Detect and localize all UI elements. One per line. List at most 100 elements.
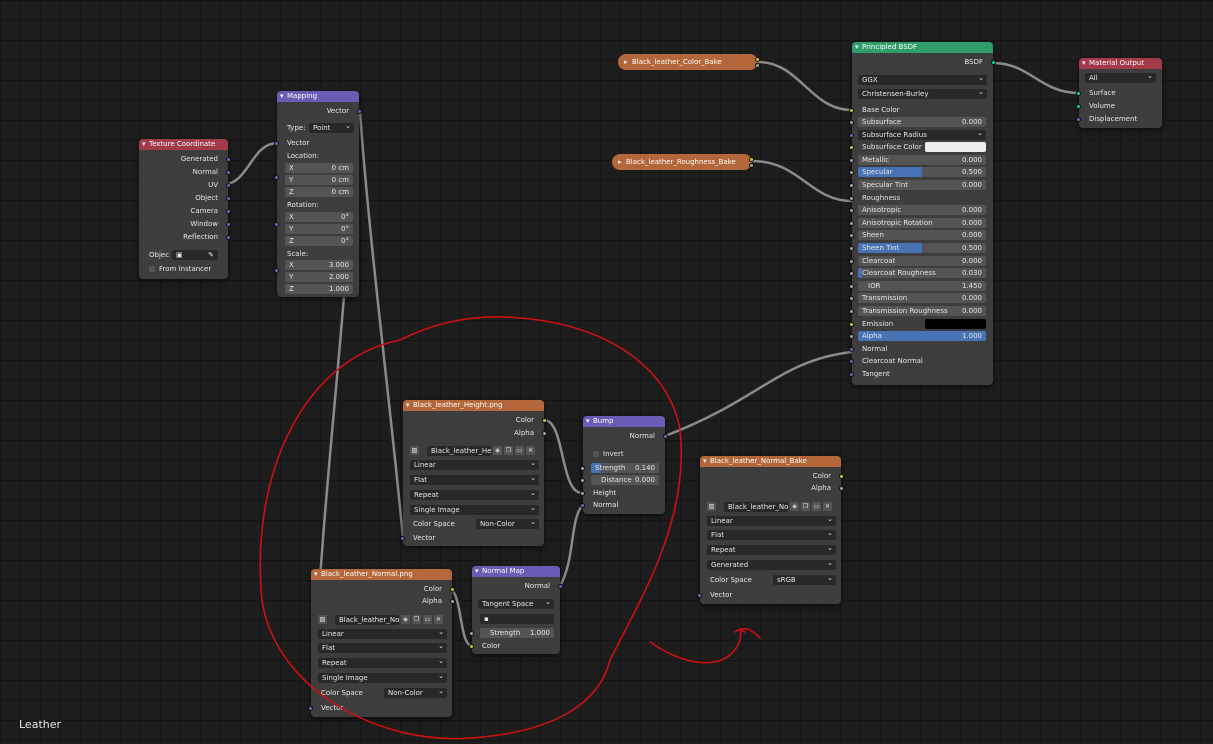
rotation-y[interactable]: Y 0° (285, 224, 353, 234)
socket[interactable] (1076, 91, 1081, 96)
socket[interactable] (274, 141, 279, 146)
socket[interactable] (849, 221, 854, 226)
source-select[interactable]: Generated (707, 558, 836, 570)
extension-select[interactable]: Repeat (318, 656, 447, 668)
socket[interactable] (849, 158, 854, 163)
socket[interactable] (580, 503, 585, 508)
normal-bake-image-texture-node[interactable]: Black_leather_Normal_Bake Color Alpha ▨ … (697, 456, 844, 604)
target-select[interactable]: All (1085, 71, 1156, 83)
image-browse-icon[interactable]: ▨ (318, 615, 327, 624)
location-socket[interactable] (274, 175, 279, 180)
socket[interactable] (849, 170, 854, 175)
image-browse-icon[interactable]: ▨ (707, 502, 716, 511)
socket[interactable] (308, 706, 313, 711)
socket[interactable] (580, 478, 585, 483)
mapping-node[interactable]: Mapping Vector Type: Point Vector Locati… (274, 91, 362, 297)
subsurface-radius-select[interactable]: Subsurface Radius (858, 128, 986, 140)
projection-select[interactable]: Flat (410, 473, 539, 485)
duplicate-icon[interactable]: ❐ (412, 615, 421, 624)
node-header[interactable]: Black_leather_Normal.png (311, 569, 452, 580)
specular-tint-field[interactable]: Specular Tint 0.000 (858, 180, 986, 190)
node-header[interactable]: Texture Coordinate (139, 139, 228, 150)
material-output-node[interactable]: Material Output All Surface Volume Displ… (1076, 58, 1162, 128)
subsurface-color-swatch[interactable] (925, 142, 986, 152)
socket[interactable] (226, 209, 231, 214)
source-select[interactable]: Single Image (410, 503, 539, 515)
normal-map-node[interactable]: Normal Map Normal Tangent Space ▪ Streng… (469, 566, 563, 654)
socket[interactable] (226, 157, 231, 162)
socket[interactable] (469, 644, 474, 649)
transmission-roughness-field[interactable]: Transmission Roughness 0.000 (858, 306, 986, 316)
image-name-field[interactable]: Black_leather_Nor... (335, 615, 399, 625)
eyedropper-icon[interactable]: ✎ (208, 250, 214, 260)
anisotropic-rotation-field[interactable]: Anisotropic Rotation 0.000 (858, 218, 986, 228)
socket[interactable] (849, 271, 854, 276)
normal-image-texture-node[interactable]: Black_leather_Normal.png Color Alpha ▨ B… (308, 569, 455, 717)
image-name-field[interactable]: Black_leather_Hei... (427, 446, 491, 456)
socket[interactable] (849, 233, 854, 238)
texture-coordinate-node[interactable]: Texture Coordinate Generated Normal UV O… (139, 139, 231, 279)
ior-field[interactable]: IOR 1.450 (858, 281, 986, 291)
image-name-field[interactable]: Black_leather_Nor... (724, 502, 788, 512)
color-space-select[interactable]: sRGB (773, 573, 836, 585)
socket[interactable] (542, 431, 547, 436)
socket[interactable] (839, 474, 844, 479)
socket[interactable] (357, 109, 362, 114)
socket[interactable] (755, 57, 760, 62)
socket[interactable] (697, 593, 702, 598)
node-header[interactable]: Principled BSDF (852, 42, 993, 53)
close-icon[interactable]: ✕ (526, 446, 535, 455)
color-space-select[interactable]: Non-Color (384, 686, 447, 698)
socket[interactable] (558, 584, 563, 589)
socket[interactable] (849, 284, 854, 289)
open-folder-icon[interactable]: ▭ (423, 615, 432, 624)
socket[interactable] (580, 491, 585, 496)
socket[interactable] (1076, 104, 1081, 109)
socket[interactable] (849, 309, 854, 314)
image-browse-icon[interactable]: ▨ (410, 446, 419, 455)
socket[interactable] (991, 60, 996, 65)
subsurface-field[interactable]: Subsurface 0.000 (858, 117, 986, 127)
socket[interactable] (849, 108, 854, 113)
subsurface-method-select[interactable]: Christensen-Burley (858, 87, 987, 99)
scale-y[interactable]: Y 2.000 (285, 272, 353, 282)
socket[interactable] (839, 486, 844, 491)
node-header[interactable]: Bump (583, 416, 665, 427)
transmission-field[interactable]: Transmission 0.000 (858, 293, 986, 303)
open-folder-icon[interactable]: ▭ (812, 502, 821, 511)
extension-select[interactable]: Repeat (410, 488, 539, 500)
alpha-field[interactable]: Alpha 1.000 (858, 331, 986, 341)
open-folder-icon[interactable]: ▭ (515, 446, 524, 455)
socket[interactable] (849, 183, 854, 188)
fake-user-icon[interactable]: ◈ (790, 502, 799, 511)
object-picker[interactable]: ▣ ✎ (172, 250, 218, 260)
socket[interactable] (849, 120, 854, 125)
node-header[interactable]: Normal Map (472, 566, 560, 577)
strength-field[interactable]: Strength 1.000 (480, 628, 554, 638)
socket[interactable] (849, 246, 854, 251)
socket[interactable] (849, 133, 854, 138)
node-header[interactable]: Material Output (1079, 58, 1162, 69)
height-image-texture-node[interactable]: Black_leather_Height.png Color Alpha ▨ B… (400, 400, 547, 546)
duplicate-icon[interactable]: ❐ (801, 502, 810, 511)
clearcoat-field[interactable]: Clearcoat 0.000 (858, 256, 986, 266)
socket[interactable] (755, 63, 760, 68)
bump-node[interactable]: Bump Normal Invert Strength 0.140 Distanc… (580, 416, 668, 514)
socket[interactable] (849, 259, 854, 264)
socket[interactable] (542, 418, 547, 423)
fake-user-icon[interactable]: ◈ (493, 446, 502, 455)
socket[interactable] (849, 208, 854, 213)
node-header[interactable]: Mapping (277, 91, 359, 102)
rotation-socket[interactable] (274, 222, 279, 227)
socket[interactable] (663, 434, 668, 439)
anisotropic-field[interactable]: Anisotropic 0.000 (858, 205, 986, 215)
scale-z[interactable]: Z 1.000 (285, 284, 353, 294)
principled-bsdf-node[interactable]: Principled BSDF BSDF GGX Christensen-Bur… (849, 42, 996, 385)
socket[interactable] (226, 196, 231, 201)
location-x[interactable]: X 0 cm (285, 163, 353, 173)
socket[interactable] (450, 587, 455, 592)
sheen-tint-field[interactable]: Sheen Tint 0.500 (858, 243, 986, 253)
scale-socket[interactable] (274, 268, 279, 273)
color-space-select[interactable]: Non-Color (476, 517, 539, 529)
socket[interactable] (849, 296, 854, 301)
